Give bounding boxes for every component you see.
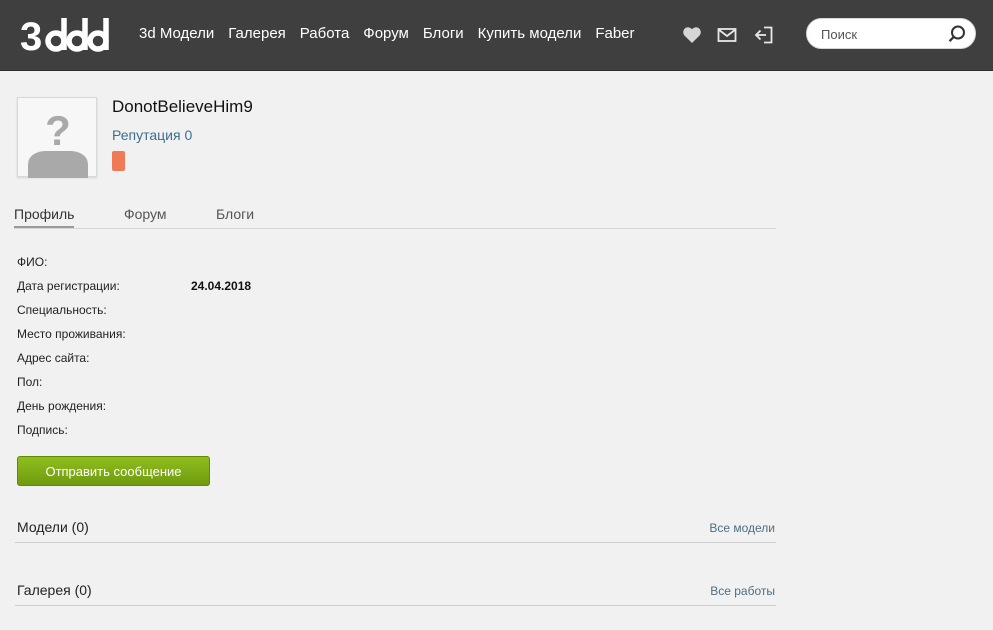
search-input[interactable]	[821, 24, 941, 44]
svg-text:?: ?	[45, 107, 71, 154]
main-nav: 3d Модели Галерея Работа Форум Блоги Куп…	[139, 24, 635, 44]
nav-gallery[interactable]: Галерея	[228, 24, 286, 44]
nav-work[interactable]: Работа	[300, 24, 350, 44]
nav-blogs[interactable]: Блоги	[423, 24, 464, 44]
tab-forum[interactable]: Форум	[124, 206, 167, 222]
info-label: ФИО:	[17, 255, 48, 269]
gallery-section-title: Галерея (0)	[17, 582, 92, 598]
info-row-website: Адрес сайта:	[17, 351, 417, 375]
top-header: 3ddd 3 3d Модели Галерея Работа Форум Бл…	[0, 0, 993, 71]
all-works-link[interactable]: Все работы	[710, 584, 775, 598]
site-logo[interactable]: 3ddd 3	[20, 12, 116, 56]
info-label: День рождения:	[17, 399, 107, 413]
svg-text:3: 3	[20, 15, 41, 56]
profile-info-list: ФИО: Дата регистрации: 24.04.2018 Специа…	[17, 255, 417, 447]
profile-tabs: Профиль Форум Блоги	[14, 205, 776, 229]
info-label: Дата регистрации:	[17, 279, 120, 293]
reputation-link[interactable]: Репутация 0	[112, 127, 192, 143]
info-label: Адрес сайта:	[17, 351, 90, 365]
search-box	[806, 18, 976, 49]
avatar-placeholder-icon: ?	[28, 107, 88, 178]
info-row-gender: Пол:	[17, 375, 417, 399]
models-section: Модели (0) Все модели	[15, 517, 776, 543]
login-icon[interactable]	[753, 24, 775, 46]
info-value: 24.04.2018	[191, 279, 252, 293]
nav-forum[interactable]: Форум	[363, 24, 409, 44]
info-row-signature: Подпись:	[17, 423, 417, 447]
tab-blogs[interactable]: Блоги	[216, 206, 254, 222]
info-label: Специальность:	[17, 303, 107, 317]
info-label: Место проживания:	[17, 327, 126, 341]
profile-username: DonotBelieveHim9	[112, 97, 253, 116]
tab-profile[interactable]: Профиль	[14, 206, 75, 228]
mail-icon[interactable]	[716, 24, 738, 46]
avatar: ?	[17, 97, 97, 178]
gallery-section: Галерея (0) Все работы	[15, 580, 776, 606]
info-row-specialty: Специальность:	[17, 303, 417, 327]
nav-3d-models[interactable]: 3d Модели	[139, 24, 214, 44]
info-label: Подпись:	[17, 423, 68, 437]
info-row-registration-date: Дата регистрации: 24.04.2018	[17, 279, 417, 303]
nav-buy-models[interactable]: Купить модели	[478, 24, 582, 44]
all-models-link[interactable]: Все модели	[709, 521, 775, 535]
info-row-location: Место проживания:	[17, 327, 417, 351]
models-section-title: Модели (0)	[17, 519, 89, 535]
search-icon[interactable]	[947, 24, 967, 44]
heart-icon[interactable]	[681, 24, 703, 46]
info-label: Пол:	[17, 375, 43, 389]
info-row-birthday: День рождения:	[17, 399, 417, 423]
send-message-button[interactable]: Отправить сообщение	[17, 456, 210, 486]
info-row-full-name: ФИО:	[17, 255, 417, 279]
nav-faber[interactable]: Faber	[595, 24, 634, 44]
status-badge	[112, 151, 125, 171]
